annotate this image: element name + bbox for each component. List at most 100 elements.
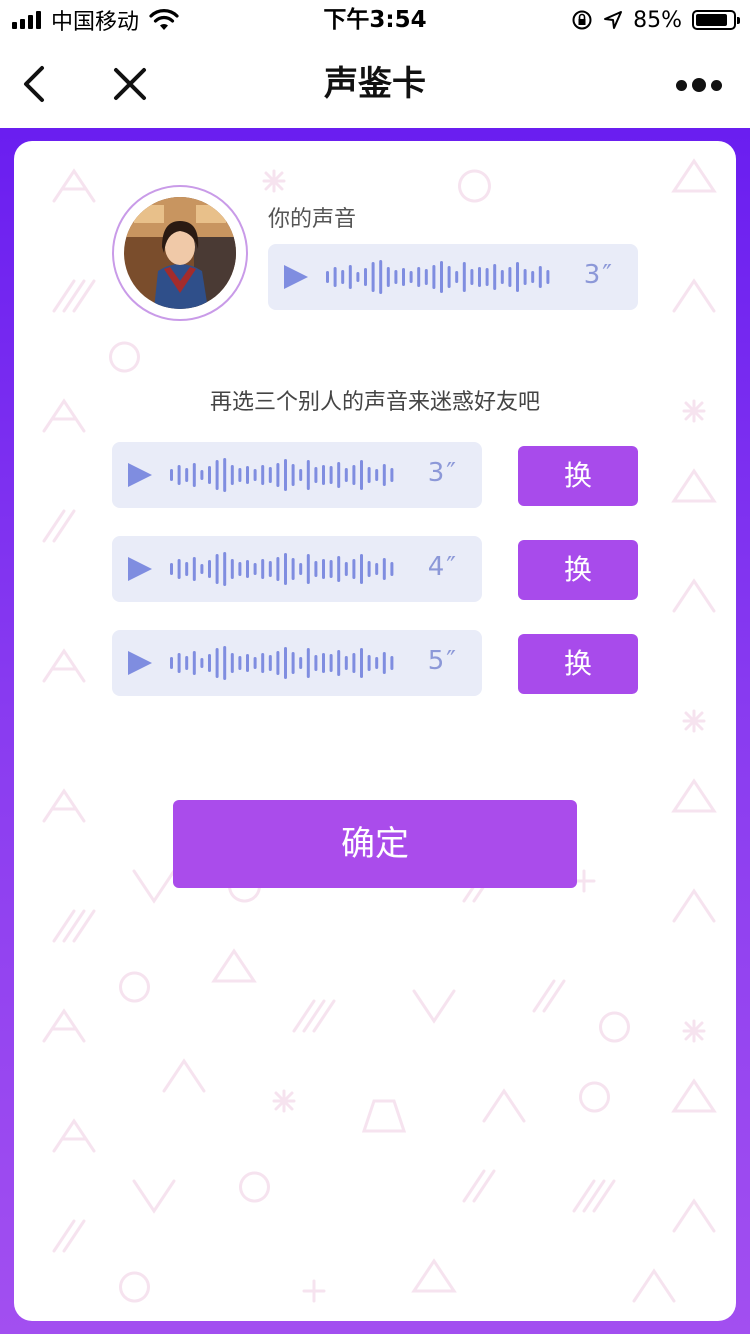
voice-option-3[interactable]: 5″ xyxy=(112,630,482,696)
wave-bar xyxy=(291,558,295,580)
wave-bar xyxy=(367,561,371,577)
orientation-lock-icon xyxy=(572,10,592,30)
wave-bar xyxy=(322,559,325,579)
wave-bar xyxy=(291,464,295,486)
wave-bar xyxy=(306,554,310,584)
play-icon[interactable] xyxy=(128,651,152,675)
wave-bar xyxy=(333,267,337,287)
wave-bar xyxy=(299,563,303,575)
wave-bar xyxy=(314,467,318,483)
wave-bar xyxy=(291,652,295,674)
wave-bar xyxy=(170,657,173,669)
wave-bar xyxy=(382,464,386,486)
my-voice-bubble[interactable]: 3″ xyxy=(268,244,638,310)
status-bar: 中国移动 下午3:54 85% xyxy=(0,0,750,40)
wave-bar xyxy=(329,654,333,672)
wave-bar xyxy=(246,654,249,672)
wave-bar xyxy=(352,465,356,485)
wave-bar xyxy=(261,653,265,673)
wave-bar xyxy=(215,460,219,490)
wave-bar xyxy=(417,267,421,287)
wave-bar xyxy=(268,561,272,577)
play-icon[interactable] xyxy=(284,265,308,289)
wave-bar xyxy=(390,562,394,576)
wave-bar xyxy=(344,468,348,482)
waveform-icon xyxy=(170,552,394,586)
wave-bar xyxy=(531,271,535,283)
wave-bar xyxy=(538,266,542,288)
swap-button[interactable]: 换 xyxy=(518,634,638,694)
wave-bar xyxy=(268,655,272,671)
wave-bar xyxy=(455,271,459,283)
wave-bar xyxy=(276,651,280,675)
wave-bar xyxy=(523,269,527,285)
waveform-icon xyxy=(326,260,550,294)
play-icon[interactable] xyxy=(128,557,152,581)
waveform-icon xyxy=(170,646,394,680)
wave-bar xyxy=(306,648,310,678)
wave-bar xyxy=(177,653,181,673)
wave-bar xyxy=(322,465,325,485)
instruction-text: 再选三个别人的声音来迷惑好友吧 xyxy=(209,390,540,415)
wave-bar xyxy=(192,463,196,487)
wave-bar xyxy=(253,563,257,575)
location-icon xyxy=(604,11,623,29)
wave-bar xyxy=(185,468,189,482)
wave-bar xyxy=(508,267,512,287)
wave-bar xyxy=(200,470,204,480)
wave-bar xyxy=(246,560,249,578)
confirm-button[interactable]: 确定 xyxy=(173,800,577,888)
wave-bar xyxy=(375,563,379,575)
wave-bar xyxy=(337,462,341,488)
wave-bar xyxy=(223,458,227,492)
wave-bar xyxy=(200,564,204,574)
wave-bar xyxy=(344,656,348,670)
wave-bar xyxy=(299,657,303,669)
wave-bar xyxy=(375,469,379,481)
wave-bar xyxy=(341,270,345,284)
voice-duration: 3″ xyxy=(427,458,458,488)
wave-bar xyxy=(382,558,386,580)
wave-bar xyxy=(215,648,219,678)
wave-bar xyxy=(192,557,196,581)
wave-bar xyxy=(516,262,519,292)
voice-duration: 4″ xyxy=(427,552,458,582)
wave-bar xyxy=(253,469,257,481)
wave-bar xyxy=(348,265,352,289)
wave-bar xyxy=(215,554,219,584)
my-voice-label: 你的声音 xyxy=(268,207,357,232)
battery-icon xyxy=(692,10,740,30)
wave-bar xyxy=(356,272,360,282)
wave-bar xyxy=(394,270,398,284)
wave-bar xyxy=(344,562,348,576)
waveform-icon xyxy=(170,458,394,492)
wave-bar xyxy=(367,655,371,671)
wave-bar xyxy=(379,260,383,294)
wave-bar xyxy=(432,265,436,289)
avatar xyxy=(124,197,236,309)
swap-button[interactable]: 换 xyxy=(518,540,638,600)
wave-bar xyxy=(238,656,242,670)
wave-bar xyxy=(314,655,318,671)
battery-percent: 85% xyxy=(633,7,682,33)
wave-bar xyxy=(284,459,287,491)
more-dots-icon[interactable] xyxy=(676,76,726,94)
wave-bar xyxy=(177,465,181,485)
wave-bar xyxy=(402,268,405,286)
wave-bar xyxy=(223,646,227,680)
wave-bar xyxy=(276,463,280,487)
voice-option-1[interactable]: 3″ xyxy=(112,442,482,508)
wave-bar xyxy=(208,466,211,484)
swap-button[interactable]: 换 xyxy=(518,446,638,506)
wave-bar xyxy=(326,271,329,283)
wave-bar xyxy=(230,559,234,579)
page-title: 声鉴卡 xyxy=(324,64,426,104)
wave-bar xyxy=(337,650,341,676)
wave-bar xyxy=(440,261,443,293)
wave-bar xyxy=(424,269,428,285)
voice-option-2[interactable]: 4″ xyxy=(112,536,482,602)
wave-bar xyxy=(462,262,466,292)
wave-bar xyxy=(375,657,379,669)
wave-bar xyxy=(546,270,550,284)
play-icon[interactable] xyxy=(128,463,152,487)
